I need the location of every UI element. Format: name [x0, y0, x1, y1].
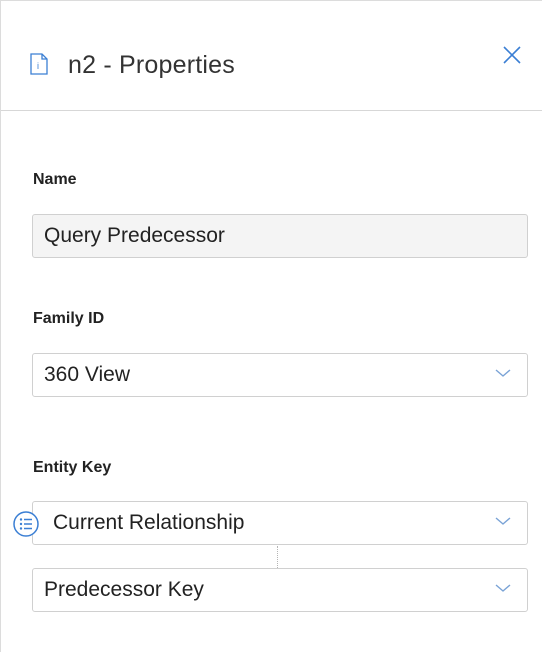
- close-icon[interactable]: [498, 41, 526, 69]
- key-value: Predecessor Key: [44, 578, 204, 601]
- properties-panel: i n2 - Properties Name Query Predecessor…: [0, 0, 542, 652]
- name-input[interactable]: Query Predecessor: [32, 214, 528, 258]
- chevron-down-icon: [495, 369, 511, 377]
- list-icon[interactable]: [12, 510, 40, 538]
- name-input-value: Query Predecessor: [44, 224, 225, 247]
- key-select[interactable]: Predecessor Key: [32, 568, 528, 612]
- name-label: Name: [33, 171, 77, 188]
- family-id-value: 360 View: [44, 363, 131, 386]
- document-info-icon: i: [30, 53, 48, 75]
- panel-title: n2 - Properties: [68, 51, 235, 79]
- connector-line: [277, 546, 278, 568]
- family-id-select[interactable]: 360 View: [32, 353, 528, 397]
- panel-header: i n2 - Properties: [1, 1, 542, 111]
- entity-key-label: Entity Key: [33, 459, 112, 476]
- chevron-down-icon: [495, 517, 511, 525]
- family-id-label: Family ID: [33, 310, 105, 327]
- svg-text:i: i: [37, 61, 39, 71]
- relationship-select[interactable]: Current Relationship: [32, 501, 528, 545]
- relationship-value: Current Relationship: [53, 511, 245, 534]
- chevron-down-icon: [495, 584, 511, 592]
